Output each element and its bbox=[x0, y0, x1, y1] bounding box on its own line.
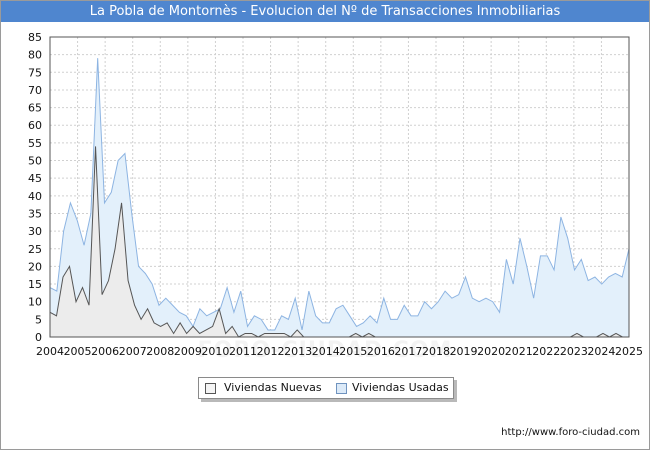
y-tick-label: 50 bbox=[28, 155, 42, 168]
x-tick-label: 2009 bbox=[174, 345, 202, 358]
y-tick-label: 5 bbox=[35, 313, 42, 326]
source-link[interactable]: http://www.foro-ciudad.com bbox=[501, 427, 640, 438]
y-tick-label: 75 bbox=[28, 66, 42, 79]
x-tick-label: 2015 bbox=[339, 345, 367, 358]
y-tick-label: 30 bbox=[28, 225, 42, 238]
y-tick-label: 20 bbox=[28, 260, 42, 273]
x-tick-label: 2021 bbox=[505, 345, 533, 358]
legend-label-usadas: Viviendas Usadas bbox=[352, 381, 449, 394]
x-tick-label: 2010 bbox=[201, 345, 229, 358]
y-tick-label: 55 bbox=[28, 137, 42, 150]
x-tick-label: 2014 bbox=[312, 345, 340, 358]
x-tick-label: 2011 bbox=[229, 345, 257, 358]
x-tick-label: 2012 bbox=[257, 345, 285, 358]
x-tick-label: 2013 bbox=[284, 345, 312, 358]
x-tick-label: 2018 bbox=[422, 345, 450, 358]
legend-swatch-nuevas bbox=[205, 383, 216, 394]
x-tick-label: 2008 bbox=[146, 345, 174, 358]
x-tick-label: 2016 bbox=[367, 345, 395, 358]
x-tick-label: 2006 bbox=[91, 345, 119, 358]
legend-swatch-usadas bbox=[336, 383, 347, 394]
y-tick-label: 80 bbox=[28, 49, 42, 62]
y-tick-label: 60 bbox=[28, 119, 42, 132]
x-tick-label: 2004 bbox=[36, 345, 64, 358]
y-tick-label: 70 bbox=[28, 84, 42, 97]
x-tick-label: 2007 bbox=[119, 345, 147, 358]
x-tick-label: 2005 bbox=[64, 345, 92, 358]
y-tick-label: 10 bbox=[28, 296, 42, 309]
y-tick-label: 40 bbox=[28, 190, 42, 203]
x-tick-label: 2025 bbox=[615, 345, 643, 358]
y-tick-label: 85 bbox=[28, 31, 42, 44]
y-tick-label: 15 bbox=[28, 278, 42, 291]
x-tick-label: 2020 bbox=[477, 345, 505, 358]
y-tick-label: 45 bbox=[28, 172, 42, 185]
y-tick-label: 35 bbox=[28, 207, 42, 220]
x-tick-label: 2017 bbox=[394, 345, 422, 358]
x-tick-label: 2023 bbox=[560, 345, 588, 358]
legend: Viviendas Nuevas Viviendas Usadas bbox=[198, 377, 454, 399]
x-tick-label: 2024 bbox=[587, 345, 615, 358]
legend-label-nuevas: Viviendas Nuevas bbox=[224, 381, 322, 394]
x-tick-label: 2022 bbox=[532, 345, 560, 358]
x-tick-label: 2019 bbox=[450, 345, 478, 358]
y-tick-label: 0 bbox=[35, 331, 42, 344]
y-tick-label: 25 bbox=[28, 243, 42, 256]
y-tick-label: 65 bbox=[28, 102, 42, 115]
